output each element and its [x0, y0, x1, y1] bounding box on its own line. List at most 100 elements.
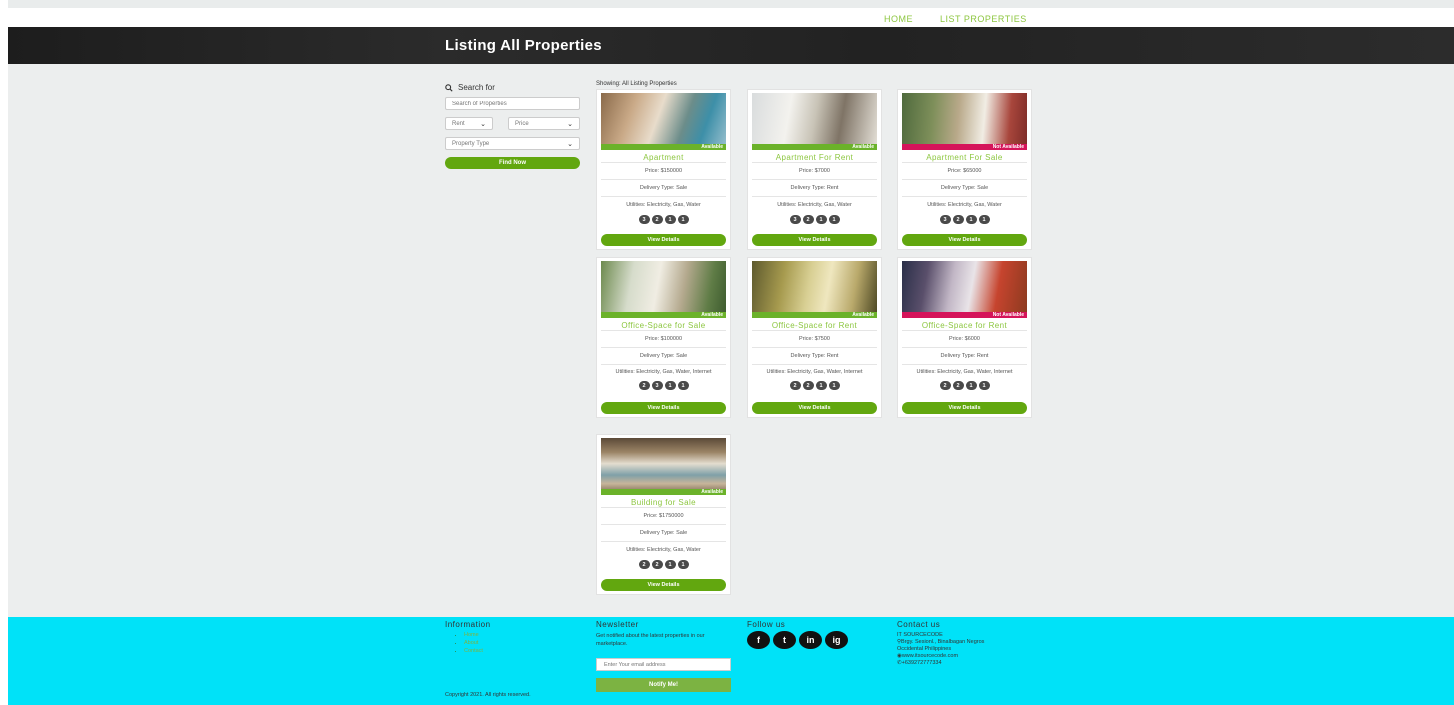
main-content: Search for Rent ⌄ Price ⌄ Property Type ⌄ F… [8, 64, 1454, 617]
property-type-value: Property Type [452, 140, 490, 147]
nav-home-link[interactable]: HOME [884, 14, 913, 24]
footer-information-list: Home About Contact [454, 631, 483, 655]
property-photo[interactable]: Available [752, 93, 877, 150]
find-now-button[interactable]: Find Now [445, 157, 580, 169]
twitter-icon[interactable]: t [773, 631, 796, 649]
availability-badge: Available [752, 312, 877, 318]
view-details-button[interactable]: View Details [902, 402, 1027, 414]
linkedin-icon[interactable]: in [799, 631, 822, 649]
property-features: 2 3 1 1 [597, 381, 730, 390]
feature-count: 2 [939, 381, 951, 390]
showing-label: Showing: All Listing Properties [596, 81, 677, 87]
feature-count: 1 [677, 215, 689, 224]
property-title: Office-Space for Sale [621, 321, 706, 330]
property-card: Available Building for Sale Price: $1750… [596, 434, 731, 595]
property-delivery-type: Delivery Type: Sale [601, 347, 726, 364]
notify-me-button[interactable]: Notify Me! [596, 678, 731, 692]
feature-count: 2 [802, 381, 814, 390]
footer-link-about[interactable]: About [464, 639, 483, 647]
property-price: Price: $6000 [902, 330, 1027, 347]
feature-count: 3 [939, 215, 951, 224]
footer-contact-heading: Contact us [897, 620, 941, 629]
view-details-button[interactable]: View Details [601, 579, 726, 591]
property-card: Available Apartment Price: $150000 Deliv… [596, 89, 731, 250]
view-details-button[interactable]: View Details [752, 234, 877, 246]
property-card: Available Office-Space for Rent Price: $… [747, 257, 882, 418]
property-title: Office-Space for Rent [771, 321, 858, 330]
property-price: Price: $150000 [601, 162, 726, 179]
contact-phone-text: +639272777334 [901, 660, 942, 666]
property-photo[interactable]: Available [601, 438, 726, 495]
footer-follow-heading: Follow us [747, 620, 786, 629]
footer-link-label: Contact [464, 648, 483, 654]
feature-count: 2 [802, 215, 814, 224]
property-card: Available Office-Space for Sale Price: $… [596, 257, 731, 418]
property-utilities: Utilities: Electricity, Gas, Water, Inte… [752, 364, 877, 379]
property-price: Price: $65000 [902, 162, 1027, 179]
footer-link-contact[interactable]: Contact [464, 647, 483, 655]
page-header: Listing All Properties [8, 27, 1454, 64]
search-title: Search for [445, 83, 495, 92]
rent-select-value: Rent [452, 120, 465, 127]
property-title: Building for Sale [630, 498, 697, 507]
availability-badge: Available [752, 144, 877, 150]
feature-count: 1 [664, 560, 676, 569]
property-utilities: Utilities: Electricity, Gas, Water [902, 196, 1027, 213]
property-photo[interactable]: Available [752, 261, 877, 318]
nav-list-properties-link[interactable]: LIST PROPERTIES [940, 14, 1027, 24]
chevron-down-icon: ⌄ [567, 120, 573, 128]
social-links: f t in ig [747, 631, 848, 649]
view-details-button[interactable]: View Details [752, 402, 877, 414]
feature-count: 1 [828, 215, 840, 224]
feature-count: 1 [815, 215, 827, 224]
view-details-button[interactable]: View Details [902, 234, 1027, 246]
feature-count: 3 [789, 215, 801, 224]
chevron-down-icon: ⌄ [567, 140, 573, 148]
instagram-icon[interactable]: ig [825, 631, 848, 649]
property-price: Price: $7000 [752, 162, 877, 179]
newsletter-email-input[interactable] [596, 658, 731, 671]
property-title: Apartment For Rent [775, 153, 854, 162]
feature-count: 1 [664, 215, 676, 224]
facebook-icon[interactable]: f [747, 631, 770, 649]
view-details-button[interactable]: View Details [601, 402, 726, 414]
contact-phone: ✆+639272777334 [897, 660, 984, 667]
availability-badge: Available [601, 489, 726, 495]
property-features: 3 2 1 1 [898, 215, 1031, 224]
property-title: Apartment For Sale [926, 153, 1003, 162]
search-input[interactable] [445, 97, 580, 110]
property-delivery-type: Delivery Type: Rent [752, 179, 877, 196]
feature-count: 1 [828, 381, 840, 390]
property-photo[interactable]: Not Available [902, 261, 1027, 318]
property-delivery-type: Delivery Type: Sale [601, 524, 726, 541]
view-details-button[interactable]: View Details [601, 234, 726, 246]
property-utilities: Utilities: Electricity, Gas, Water [601, 541, 726, 558]
feature-count: 1 [677, 560, 689, 569]
page-frame [0, 0, 8, 705]
contact-website-text: www.itsourcecode.com [901, 653, 959, 659]
contact-address-line: ⚲Brgy. Sesionl., Binalbagan Negros [897, 639, 984, 646]
contact-website[interactable]: ◉www.itsourcecode.com [897, 653, 984, 660]
property-type-select[interactable]: Property Type ⌄ [445, 137, 580, 150]
copyright-text: Copyright 2021. All rights reserved. [445, 692, 531, 698]
availability-badge: Available [601, 312, 726, 318]
property-photo[interactable]: Not Available [902, 93, 1027, 150]
feature-count: 1 [978, 381, 990, 390]
feature-count: 3 [638, 215, 650, 224]
feature-count: 2 [789, 381, 801, 390]
property-features: 3 2 1 1 [748, 215, 881, 224]
availability-badge: Not Available [902, 312, 1027, 318]
property-photo[interactable]: Available [601, 261, 726, 318]
footer-link-label: About [464, 640, 479, 646]
property-features: 2 2 1 1 [898, 381, 1031, 390]
footer-link-home[interactable]: Home [464, 631, 483, 639]
property-photo[interactable]: Available [601, 93, 726, 150]
rent-select[interactable]: Rent ⌄ [445, 117, 493, 130]
property-card: Available Apartment For Rent Price: $700… [747, 89, 882, 250]
property-price: Price: $7500 [752, 330, 877, 347]
property-price: Price: $1750000 [601, 507, 726, 524]
footer-newsletter-heading: Newsletter [596, 620, 639, 629]
contact-address-line-2: Occidental Philippines [897, 646, 952, 652]
price-select[interactable]: Price ⌄ [508, 117, 580, 130]
contact-company: IT SOURCECODE [897, 632, 943, 638]
